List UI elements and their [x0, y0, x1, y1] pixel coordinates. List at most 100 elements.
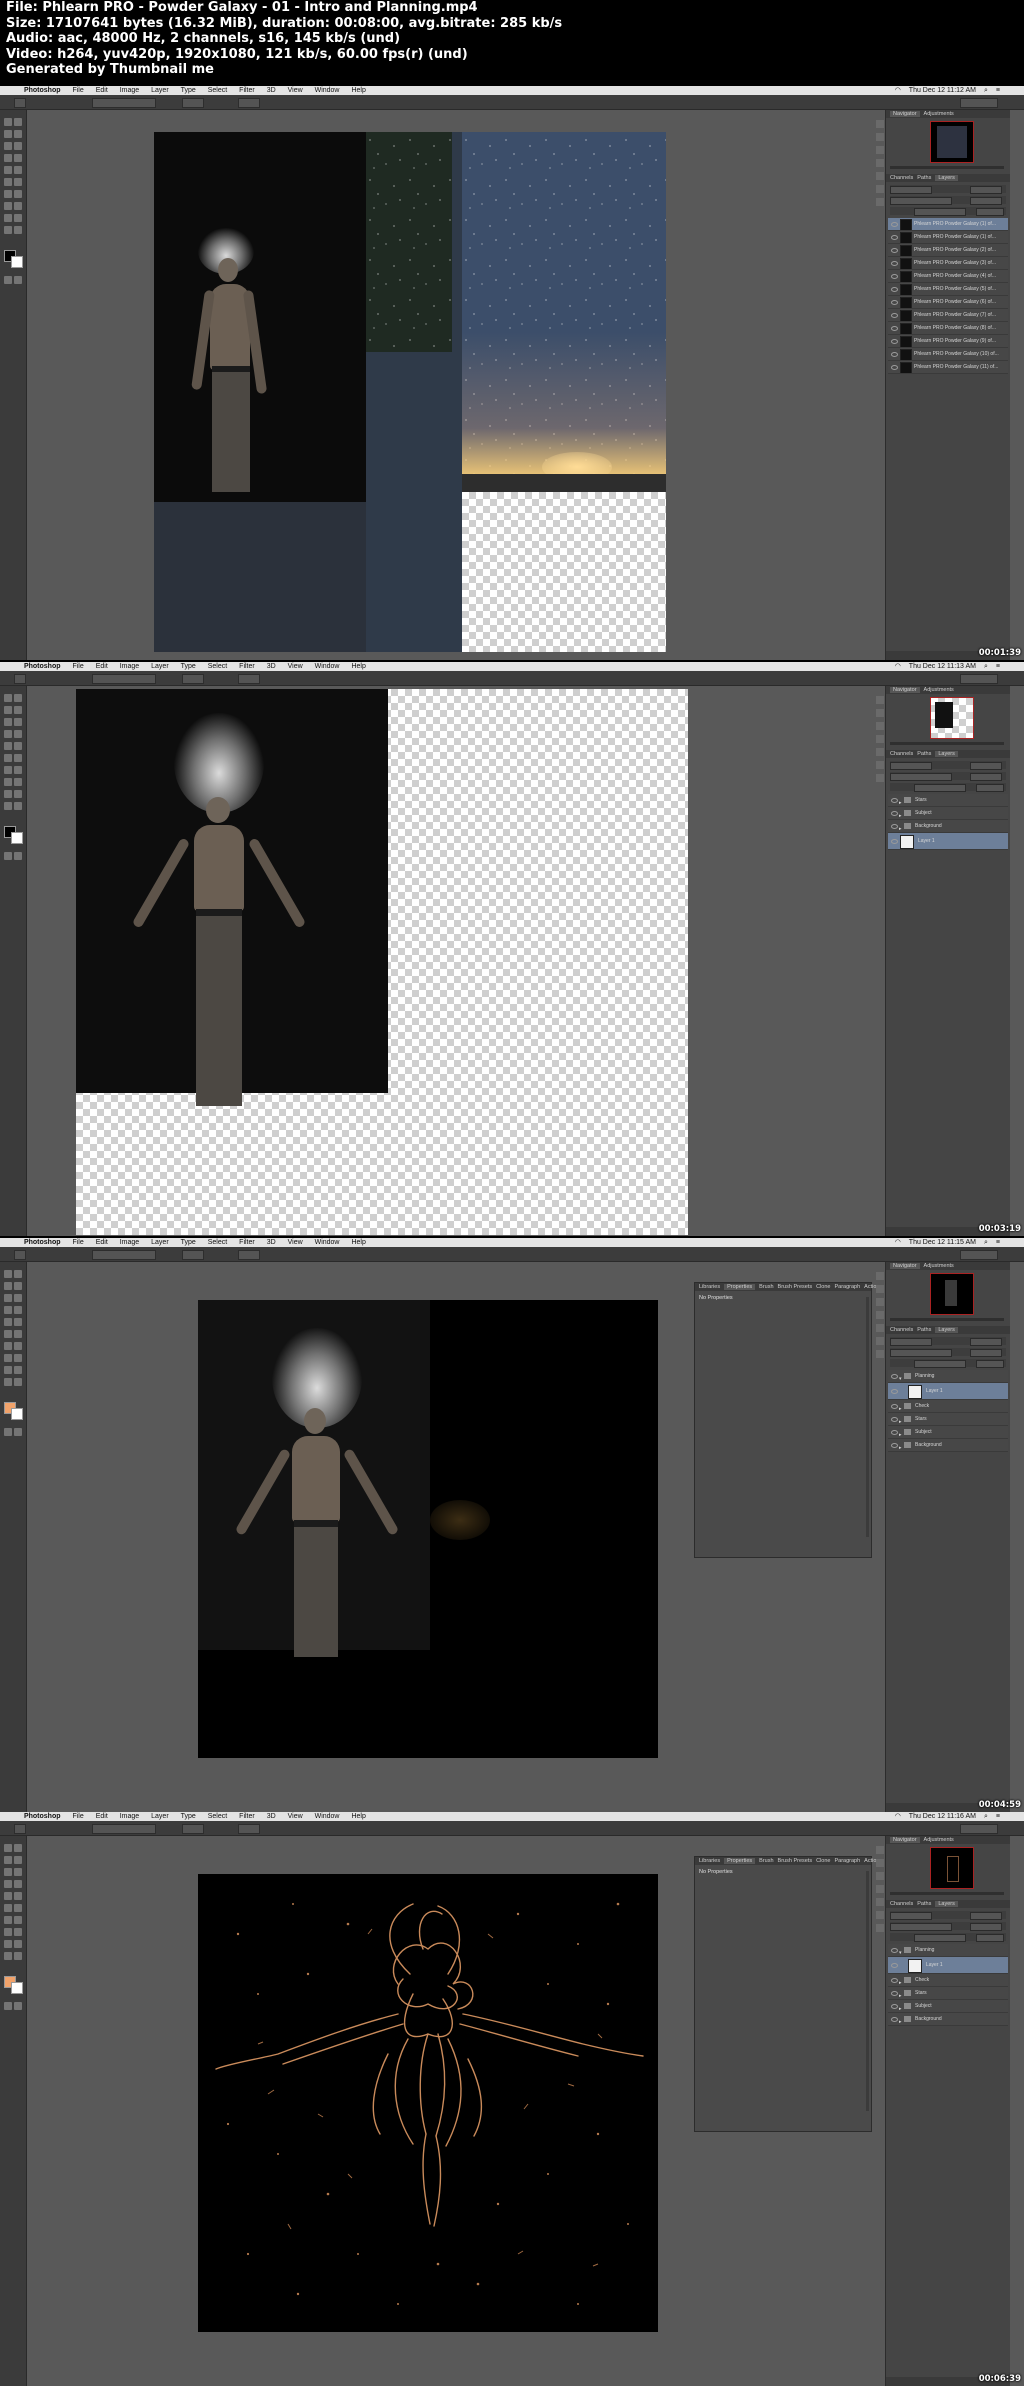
opacity-field[interactable]: [182, 98, 204, 108]
tab-channels[interactable]: Channels: [890, 175, 913, 181]
menu-layer[interactable]: Layer: [151, 86, 169, 95]
tab-paragraph[interactable]: Paragraph: [834, 1284, 860, 1290]
type-tool-icon[interactable]: [14, 202, 22, 210]
blur-tool-icon[interactable]: [4, 190, 12, 198]
healing-tool-icon[interactable]: [4, 1306, 12, 1314]
menu-type[interactable]: Type: [181, 1238, 196, 1247]
menu-help[interactable]: Help: [351, 662, 365, 671]
navigator-thumbnail[interactable]: [930, 1273, 974, 1315]
tab-properties[interactable]: Properties: [724, 1284, 756, 1290]
zoom-tool-icon[interactable]: [14, 802, 22, 810]
search-icon[interactable]: ⌕: [984, 663, 988, 670]
color-icon[interactable]: [876, 1285, 884, 1293]
shape-tool-icon[interactable]: [14, 790, 22, 798]
layer-row[interactable]: Phlearn PRO Powder Galaxy (4) of...: [888, 270, 1008, 283]
clock[interactable]: Thu Dec 12 11:16 AM: [909, 1813, 976, 1820]
eyedropper-tool-icon[interactable]: [14, 1868, 22, 1876]
screen-mode-icon[interactable]: [14, 852, 22, 860]
tool-preset-picker[interactable]: [14, 98, 26, 108]
menu-edit[interactable]: Edit: [96, 86, 108, 95]
gradient-tool-icon[interactable]: [14, 1904, 22, 1912]
shape-tool-icon[interactable]: [14, 1366, 22, 1374]
search-icon[interactable]: ⌕: [984, 1239, 988, 1246]
properties-icon[interactable]: [876, 774, 884, 782]
history-icon[interactable]: [876, 120, 884, 128]
type-tool-icon[interactable]: [14, 1928, 22, 1936]
menu-type[interactable]: Type: [181, 86, 196, 95]
menu-3d[interactable]: 3D: [267, 86, 276, 95]
menu-layer[interactable]: Layer: [151, 1238, 169, 1247]
styles-icon[interactable]: [876, 735, 884, 743]
tool-preset-picker[interactable]: [14, 1824, 26, 1834]
menu-type[interactable]: Type: [181, 662, 196, 671]
type-tool-icon[interactable]: [14, 1354, 22, 1362]
pen-tool-icon[interactable]: [4, 1928, 12, 1936]
flow-field[interactable]: [238, 1824, 260, 1834]
opacity-field[interactable]: [182, 1824, 204, 1834]
blur-tool-icon[interactable]: [4, 766, 12, 774]
lasso-tool-icon[interactable]: [4, 130, 12, 138]
opacity-field[interactable]: [182, 674, 204, 684]
quick-select-tool-icon[interactable]: [14, 1282, 22, 1290]
document-canvas[interactable]: [198, 1874, 658, 2332]
wifi-icon[interactable]: ◠: [895, 663, 901, 670]
hand-tool-icon[interactable]: [4, 1952, 12, 1960]
move-tool-icon[interactable]: [4, 1844, 12, 1852]
color-icon[interactable]: [876, 709, 884, 717]
document-night-sky[interactable]: [462, 132, 666, 652]
marquee-tool-icon[interactable]: [14, 1270, 22, 1278]
tab-clone[interactable]: Clone: [816, 1284, 830, 1290]
tab-paths[interactable]: Paths: [917, 175, 931, 181]
layer-row[interactable]: Layer 1: [888, 833, 1008, 850]
history-brush-icon[interactable]: [14, 742, 22, 750]
clone-source-icon[interactable]: [876, 1337, 884, 1345]
menu-filter[interactable]: Filter: [239, 86, 255, 95]
tab-brush[interactable]: Brush: [759, 1858, 773, 1864]
tab-brush-presets[interactable]: Brush Presets: [778, 1858, 813, 1864]
quick-select-tool-icon[interactable]: [14, 130, 22, 138]
menu-3d[interactable]: 3D: [267, 662, 276, 671]
hand-tool-icon[interactable]: [4, 802, 12, 810]
eraser-tool-icon[interactable]: [4, 754, 12, 762]
history-brush-icon[interactable]: [14, 1892, 22, 1900]
zoom-tool-icon[interactable]: [14, 1952, 22, 1960]
styles-icon[interactable]: [876, 159, 884, 167]
menu-view[interactable]: View: [288, 1238, 303, 1247]
menu-select[interactable]: Select: [208, 662, 227, 671]
layer-group-row[interactable]: ▸ Check: [888, 1974, 1008, 1987]
layer-row[interactable]: Phlearn PRO Powder Galaxy (11) of...: [888, 361, 1008, 374]
menu-view[interactable]: View: [288, 1812, 303, 1821]
tab-navigator[interactable]: Navigator: [890, 111, 920, 117]
document-canvas[interactable]: [76, 689, 688, 1235]
stamp-tool-icon[interactable]: [4, 166, 12, 174]
properties-scrollbar[interactable]: [866, 1871, 869, 2111]
type-tool-icon[interactable]: [14, 778, 22, 786]
layer-row[interactable]: Layer 1: [888, 1957, 1008, 1974]
list-icon[interactable]: ≡: [996, 1813, 1000, 1820]
search-icon[interactable]: ⌕: [984, 87, 988, 94]
workspace-dropdown[interactable]: [960, 1250, 998, 1260]
path-select-icon[interactable]: [4, 1940, 12, 1948]
tab-layers[interactable]: Layers: [935, 751, 958, 757]
hand-tool-icon[interactable]: [4, 226, 12, 234]
crop-tool-icon[interactable]: [4, 142, 12, 150]
menu-view[interactable]: View: [288, 662, 303, 671]
menu-file[interactable]: File: [72, 1812, 83, 1821]
brush-panel-icon[interactable]: [876, 172, 884, 180]
navigator-thumbnail[interactable]: [930, 697, 974, 739]
layer-row[interactable]: Phlearn PRO Powder Galaxy (2) of...: [888, 244, 1008, 257]
clone-source-icon[interactable]: [876, 1911, 884, 1919]
navigator-thumbnail[interactable]: [930, 121, 974, 163]
menu-filter[interactable]: Filter: [239, 1812, 255, 1821]
brush-panel-icon[interactable]: [876, 748, 884, 756]
history-brush-icon[interactable]: [14, 166, 22, 174]
menu-filter[interactable]: Filter: [239, 1238, 255, 1247]
marquee-tool-icon[interactable]: [14, 694, 22, 702]
menu-app[interactable]: Photoshop: [24, 1813, 61, 1820]
menu-image[interactable]: Image: [120, 1812, 139, 1821]
layer-row[interactable]: Phlearn PRO Powder Galaxy (10) of...: [888, 348, 1008, 361]
zoom-tool-icon[interactable]: [14, 1378, 22, 1386]
flow-field[interactable]: [238, 1250, 260, 1260]
quick-mask-icon[interactable]: [4, 852, 12, 860]
eyedropper-tool-icon[interactable]: [14, 1294, 22, 1302]
